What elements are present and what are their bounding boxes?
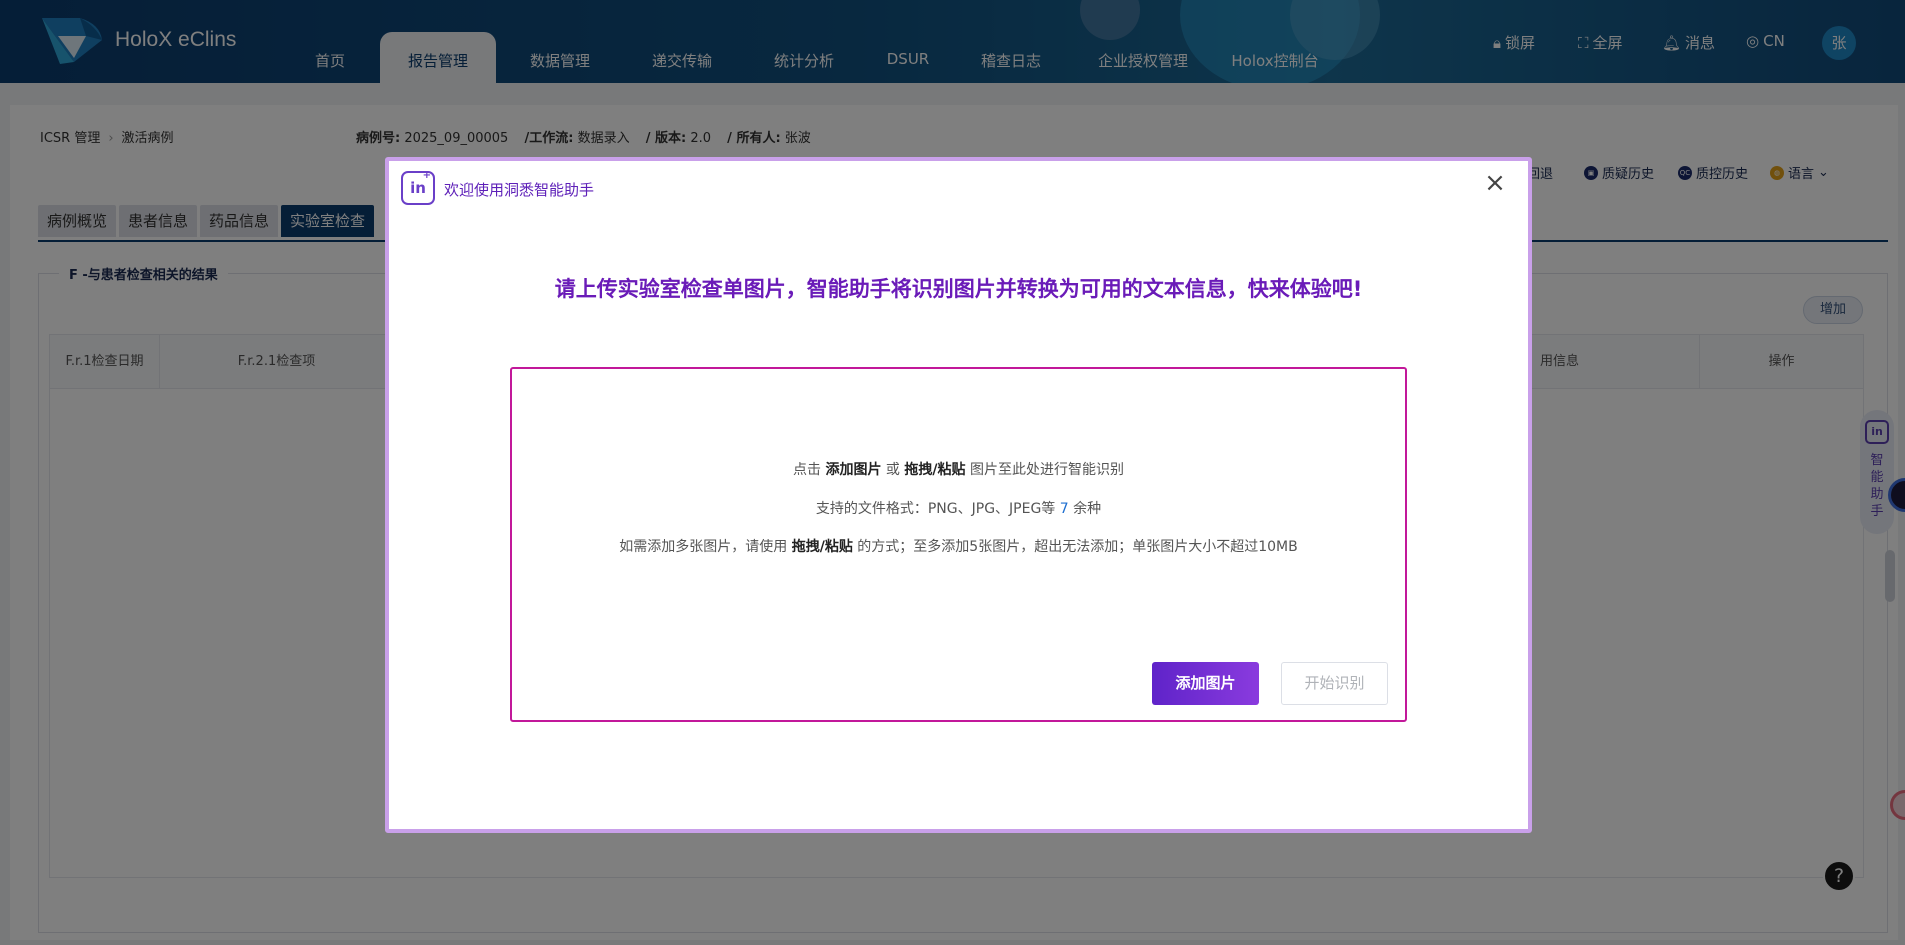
smart-assistant-dialog: in + 欢迎使用洞悉智能助手 × 请上传实验室检查单图片，智能助手将识别图片并转… xyxy=(385,157,1532,833)
close-icon[interactable]: × xyxy=(1484,170,1506,196)
assistant-logo-icon: in + xyxy=(401,171,435,205)
dropzone-formats: 支持的文件格式：PNG、JPG、JPEG等 7 余种 xyxy=(815,501,1102,517)
sparkle-icon: + xyxy=(422,170,431,181)
dialog-headline: 请上传实验室检查单图片，智能助手将识别图片并转换为可用的文本信息，快来体验吧! xyxy=(554,277,1363,301)
add-image-button[interactable]: 添加图片 xyxy=(1152,662,1259,705)
start-recognition-button[interactable]: 开始识别 xyxy=(1281,662,1388,705)
dropzone-limits: 如需添加多张图片，请使用 拖拽/粘贴 的方式；至多添加5张图片，超出无法添加；单… xyxy=(619,539,1298,555)
dropzone-instruction: 点击 添加图片 或 拖拽/粘贴 图片至此处进行智能识别 xyxy=(793,462,1124,478)
dialog-title: 欢迎使用洞悉智能助手 xyxy=(444,181,595,199)
image-dropzone[interactable]: 点击 添加图片 或 拖拽/粘贴 图片至此处进行智能识别 支持的文件格式：PNG、… xyxy=(510,367,1407,722)
